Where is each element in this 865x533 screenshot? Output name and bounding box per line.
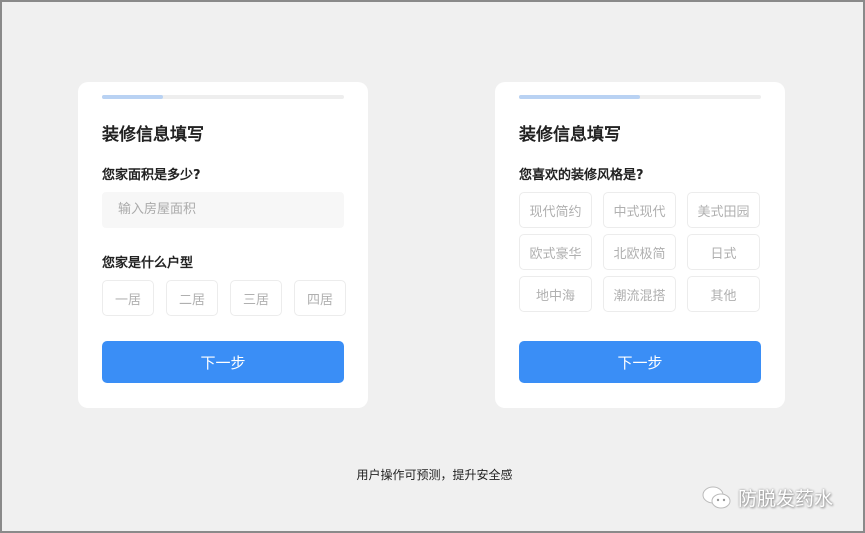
card-title: 装修信息填写 — [519, 125, 621, 145]
style-option[interactable]: 美式田园 — [687, 192, 760, 228]
layout-question: 您家是什么户型 — [102, 256, 194, 271]
style-option[interactable]: 现代简约 — [519, 192, 592, 228]
option-1br[interactable]: 一居 — [102, 280, 154, 316]
style-option[interactable]: 中式现代 — [603, 192, 676, 228]
area-input[interactable]: 输入房屋面积 — [102, 192, 344, 228]
style-option[interactable]: 日式 — [687, 234, 760, 270]
style-option[interactable]: 地中海 — [519, 276, 592, 312]
style-option[interactable]: 潮流混搭 — [603, 276, 676, 312]
form-card-area: 装修信息填写 您家面积是多少? 输入房屋面积 您家是什么户型 一居 二居 三居 … — [78, 82, 368, 408]
progress-bar — [519, 95, 761, 99]
form-card-style: 装修信息填写 您喜欢的装修风格是? 现代简约 中式现代 美式田园欧式豪华 北欧极简 日式… — [495, 82, 785, 408]
caption: 用户操作可预测，提升安全感 — [356, 468, 513, 482]
wechat-icon — [702, 486, 731, 508]
style-question: 您喜欢的装修风格是? — [519, 168, 644, 183]
card-title: 装修信息填写 — [102, 125, 204, 145]
style-option[interactable]: 北欧极简 — [603, 234, 676, 270]
next-button[interactable]: 下一步 — [519, 341, 761, 383]
progress-fill — [519, 95, 640, 99]
option-2br[interactable]: 二居 — [166, 280, 218, 316]
watermark: 防脱发药水 — [702, 484, 833, 511]
style-option[interactable]: 欧式豪华 — [519, 234, 592, 270]
style-option[interactable]: 其他 — [687, 276, 760, 312]
progress-fill — [102, 95, 163, 99]
area-question: 您家面积是多少? — [102, 168, 201, 183]
watermark-text: 防脱发药水 — [738, 488, 834, 510]
option-4br[interactable]: 四居 — [294, 280, 346, 316]
progress-bar — [102, 95, 344, 99]
next-button[interactable]: 下一步 — [102, 341, 344, 383]
option-3br[interactable]: 三居 — [230, 280, 282, 316]
